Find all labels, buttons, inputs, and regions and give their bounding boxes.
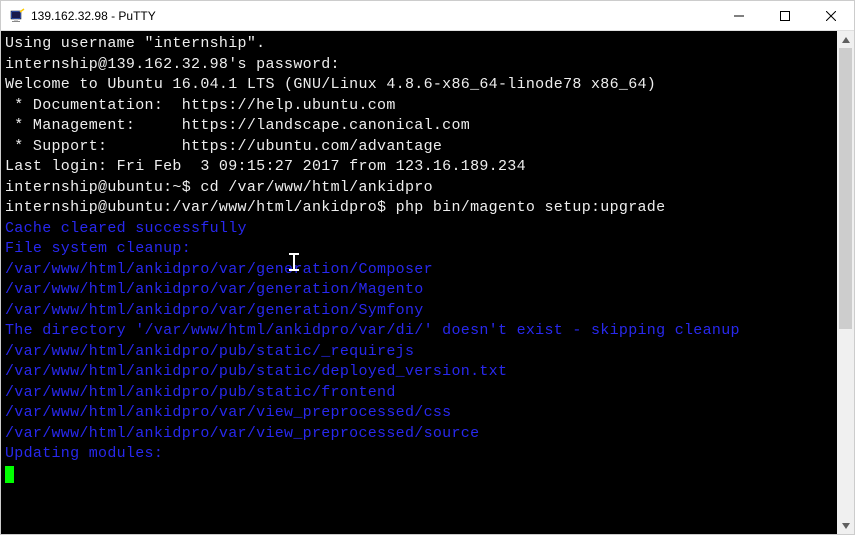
terminal-line: /var/www/html/ankidpro/pub/static/fronte… xyxy=(5,383,833,404)
terminal-area: Using username "internship".internship@1… xyxy=(1,31,854,534)
terminal-line: Welcome to Ubuntu 16.04.1 LTS (GNU/Linux… xyxy=(5,75,833,96)
terminal-cursor xyxy=(5,466,14,483)
prompt: internship@ubuntu:/var/www/html/ankidpro… xyxy=(5,199,396,216)
close-button[interactable] xyxy=(808,1,854,30)
terminal-line: * Management: https://landscape.canonica… xyxy=(5,116,833,137)
terminal-line: /var/www/html/ankidpro/var/view_preproce… xyxy=(5,424,833,445)
terminal[interactable]: Using username "internship".internship@1… xyxy=(1,31,837,534)
terminal-line xyxy=(5,465,833,486)
minimize-button[interactable] xyxy=(716,1,762,30)
command: cd /var/www/html/ankidpro xyxy=(200,179,433,196)
putty-window: 139.162.32.98 - PuTTY Using username "in… xyxy=(0,0,855,535)
titlebar[interactable]: 139.162.32.98 - PuTTY xyxy=(1,1,854,31)
terminal-line: /var/www/html/ankidpro/pub/static/_requi… xyxy=(5,342,833,363)
maximize-button[interactable] xyxy=(762,1,808,30)
scroll-up-button[interactable] xyxy=(837,31,854,48)
terminal-line: internship@ubuntu:/var/www/html/ankidpro… xyxy=(5,198,833,219)
scroll-down-button[interactable] xyxy=(837,517,854,534)
terminal-line: * Documentation: https://help.ubuntu.com xyxy=(5,96,833,117)
terminal-line: File system cleanup: xyxy=(5,239,833,260)
window-title: 139.162.32.98 - PuTTY xyxy=(31,9,716,23)
command: php bin/magento setup:upgrade xyxy=(396,199,666,216)
window-controls xyxy=(716,1,854,30)
terminal-line: Updating modules: xyxy=(5,444,833,465)
terminal-line: /var/www/html/ankidpro/var/generation/Co… xyxy=(5,260,833,281)
putty-icon xyxy=(9,8,25,24)
terminal-line: Last login: Fri Feb 3 09:15:27 2017 from… xyxy=(5,157,833,178)
terminal-line: Cache cleared successfully xyxy=(5,219,833,240)
terminal-line: /var/www/html/ankidpro/var/view_preproce… xyxy=(5,403,833,424)
terminal-line: * Support: https://ubuntu.com/advantage xyxy=(5,137,833,158)
terminal-line: Using username "internship". xyxy=(5,34,833,55)
terminal-line: internship@ubuntu:~$ cd /var/www/html/an… xyxy=(5,178,833,199)
terminal-line: /var/www/html/ankidpro/var/generation/Sy… xyxy=(5,301,833,322)
scroll-track[interactable] xyxy=(837,48,854,517)
scroll-thumb[interactable] xyxy=(839,48,852,329)
prompt: internship@ubuntu:~$ xyxy=(5,179,200,196)
terminal-line: internship@139.162.32.98's password: xyxy=(5,55,833,76)
terminal-line: /var/www/html/ankidpro/var/generation/Ma… xyxy=(5,280,833,301)
terminal-line: /var/www/html/ankidpro/pub/static/deploy… xyxy=(5,362,833,383)
terminal-line: The directory '/var/www/html/ankidpro/va… xyxy=(5,321,833,342)
scrollbar[interactable] xyxy=(837,31,854,534)
